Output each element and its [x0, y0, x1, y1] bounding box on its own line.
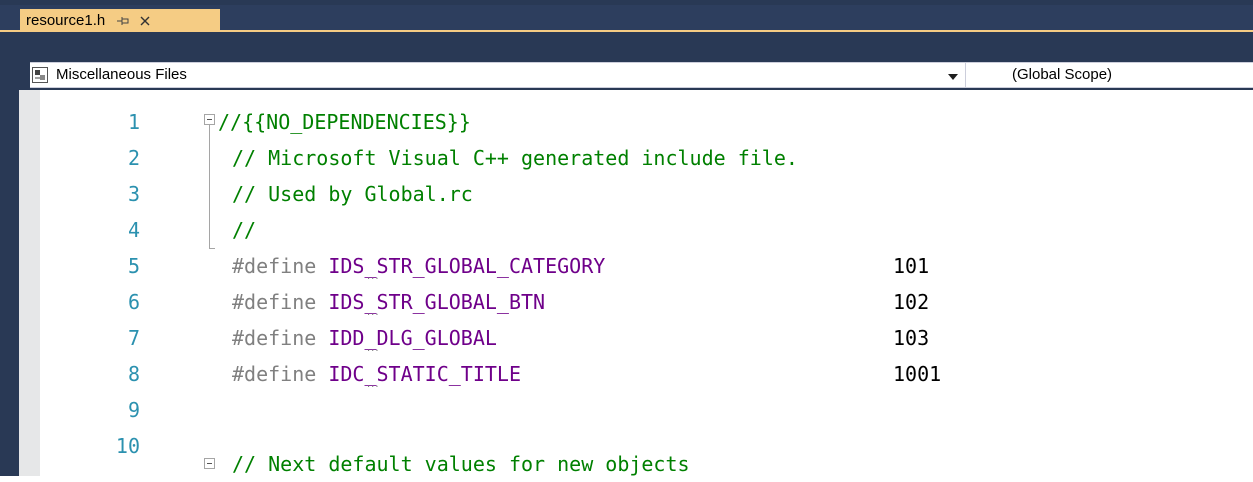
tab-title: resource1.h	[26, 12, 106, 29]
code-line-3: // Used by Global.rc	[232, 182, 473, 206]
line-number: 7	[127, 326, 140, 350]
macro-value: 103	[893, 326, 930, 350]
line-number: 10	[115, 434, 140, 458]
line-number: 8	[127, 362, 140, 386]
project-dropdown[interactable]: Miscellaneous Files	[30, 62, 966, 88]
code-line-7: #define IDD_DLG_GLOBAL	[232, 320, 497, 356]
line-number: 5	[127, 254, 140, 278]
quick-action-indicator[interactable]: ···	[367, 382, 380, 393]
left-frame	[0, 32, 19, 476]
preprocessor-directive: #define	[232, 362, 317, 386]
macro-name[interactable]: IDD_DLG_GLOBAL	[328, 326, 497, 350]
tab-resource1-h[interactable]: resource1.h	[20, 9, 220, 32]
outline-guide	[209, 125, 210, 249]
pin-icon[interactable]	[115, 13, 131, 29]
line-number: 2	[127, 146, 140, 170]
code-line-2: // Microsoft Visual C++ generated includ…	[232, 146, 798, 170]
collapse-outline-icon[interactable]	[204, 114, 215, 125]
misc-files-icon	[32, 67, 48, 83]
preprocessor-directive: #define	[232, 254, 317, 278]
selection-margin	[19, 90, 40, 476]
line-number: 6	[127, 290, 140, 314]
scope-dropdown[interactable]: (Global Scope)	[966, 62, 1253, 88]
line-number: 9	[127, 398, 140, 422]
scope-dropdown-label: (Global Scope)	[1012, 66, 1113, 83]
macro-value: 1001	[893, 362, 942, 386]
outline-guide-end	[209, 248, 215, 249]
project-dropdown-label: Miscellaneous Files	[56, 66, 187, 83]
code-line-5: #define IDS_STR_GLOBAL_CATEGORY	[232, 248, 605, 284]
code-line-4: //	[232, 218, 257, 242]
code-line-10: // Next default values for new objects	[232, 452, 690, 476]
line-number: 1	[127, 110, 140, 134]
collapse-outline-icon[interactable]	[204, 458, 215, 469]
macro-value: 102	[893, 290, 930, 314]
document-tab-strip: resource1.h	[0, 5, 1253, 32]
macro-value: 101	[893, 254, 930, 278]
quick-action-indicator[interactable]: ···	[367, 346, 380, 357]
code-line-1: //{{NO_DEPENDENCIES}}	[218, 110, 471, 134]
preprocessor-directive: #define	[232, 290, 317, 314]
quick-action-indicator[interactable]: ···	[367, 310, 380, 321]
preprocessor-directive: #define	[232, 326, 317, 350]
macro-name[interactable]: IDC_STATIC_TITLE	[328, 362, 521, 386]
chevron-down-icon[interactable]	[948, 74, 958, 80]
close-icon[interactable]	[137, 13, 153, 29]
macro-name[interactable]: IDS_STR_GLOBAL_BTN	[328, 290, 545, 314]
line-number: 3	[127, 182, 140, 206]
quick-action-indicator[interactable]: ···	[367, 274, 380, 285]
line-number: 4	[127, 218, 140, 242]
code-line-6: #define IDS_STR_GLOBAL_BTN	[232, 284, 545, 320]
